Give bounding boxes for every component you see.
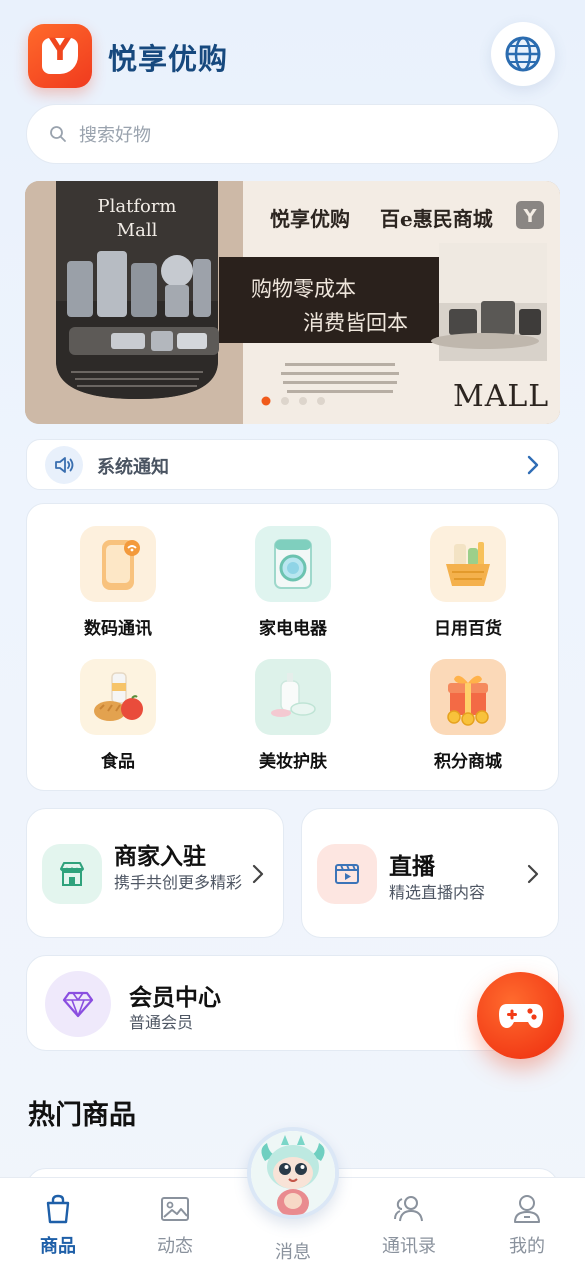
tab-label: 我的 (509, 1236, 545, 1257)
category-appliances[interactable]: 家电电器 (233, 526, 353, 639)
tab-me[interactable]: 我的 (487, 1194, 567, 1258)
language-button[interactable] (491, 22, 555, 86)
banner-page-dot[interactable] (261, 396, 271, 406)
search-bar[interactable]: 搜索好物 (26, 104, 559, 164)
banner-page-dot[interactable] (317, 397, 325, 405)
system-notice-label: 系统通知 (97, 457, 169, 478)
category-grid: 数码通讯 家电电器 日用百货 食品 美妆护肤 积分商城 (26, 503, 559, 791)
category-label: 数码通讯 (84, 619, 152, 639)
category-daily-goods[interactable]: 日用百货 (408, 526, 528, 639)
globe-icon (505, 36, 541, 72)
gift-icon (430, 659, 506, 735)
live-title: 直播 (389, 854, 435, 880)
category-label: 食品 (101, 752, 135, 772)
search-input[interactable]: 搜索好物 (79, 121, 151, 147)
banner-slogan-1: 购物零成本 (251, 277, 356, 301)
tab-messages-avatar[interactable] (247, 1127, 339, 1219)
merchant-join-subtitle: 携手共创更多精彩 (114, 873, 243, 892)
live-card[interactable]: 直播 精选直播内容 (301, 808, 559, 938)
system-notice-bar[interactable]: 系统通知 (26, 439, 559, 490)
user-icon (514, 1195, 540, 1223)
member-center-title: 会员中心 (129, 985, 221, 1011)
gamepad-icon (498, 1003, 543, 1028)
svg-text:Y: Y (522, 206, 537, 227)
diamond-icon (45, 971, 111, 1037)
merchant-join-card[interactable]: 商家入驻 携手共创更多精彩 (26, 808, 284, 938)
banner-slogan-right: 百e惠民商城 (380, 207, 493, 231)
category-label: 日用百货 (434, 619, 502, 639)
category-cosmetics[interactable]: 美妆护肤 (233, 659, 353, 772)
category-food[interactable]: 食品 (58, 659, 178, 772)
chevron-right-icon (527, 455, 539, 475)
basket-icon (430, 526, 506, 602)
category-label: 积分商城 (434, 752, 502, 772)
chevron-right-icon (252, 864, 264, 884)
banner-page-dot[interactable] (299, 397, 307, 405)
video-icon (317, 844, 377, 904)
hot-products-title: 热门商品 (28, 1100, 136, 1131)
banner-left-title-1: Platform (97, 196, 177, 217)
dragon-mascot-icon (251, 1131, 335, 1215)
category-digital[interactable]: 数码通讯 (58, 526, 178, 639)
tab-label: 动态 (157, 1236, 193, 1257)
app-logo-letter: Y (49, 33, 71, 68)
speaker-icon (45, 446, 83, 484)
banner-left-title-2: Mall (116, 220, 158, 241)
banner-slogan-2: 消费皆回本 (303, 311, 408, 335)
app-logo: Y (28, 24, 92, 88)
contacts-icon (394, 1196, 423, 1222)
image-icon (161, 1197, 189, 1221)
cosmetics-icon (255, 659, 331, 735)
food-icon (80, 659, 156, 735)
search-icon (50, 126, 66, 142)
member-level: 普通会员 (129, 1013, 194, 1032)
store-icon (42, 844, 102, 904)
game-fab-button[interactable] (477, 972, 564, 1059)
banner-brand: 悦享优购 (270, 207, 350, 231)
tab-products[interactable]: 商品 (18, 1194, 98, 1258)
tab-label: 通讯录 (382, 1236, 436, 1257)
banner-page-dot[interactable] (281, 397, 289, 405)
tab-messages[interactable]: 消息 (253, 1238, 333, 1264)
app-header: Y 悦享优购 (28, 22, 557, 88)
app-title: 悦享优购 (108, 42, 229, 76)
tab-contacts[interactable]: 通讯录 (369, 1194, 449, 1258)
category-label: 美妆护肤 (259, 752, 327, 772)
category-points-mall[interactable]: 积分商城 (408, 659, 528, 772)
chevron-right-icon (527, 864, 539, 884)
banner-mall: MALL (453, 379, 550, 414)
tab-label: 商品 (40, 1236, 76, 1257)
promo-banner[interactable]: Y Platform Mall 悦享优购 百e惠民商城 购物零成本 消费皆回本 … (25, 181, 560, 424)
washing-machine-icon (255, 526, 331, 602)
merchant-join-title: 商家入驻 (114, 844, 206, 870)
tab-feed[interactable]: 动态 (135, 1194, 215, 1258)
category-label: 家电电器 (259, 619, 327, 639)
shopping-bag-icon (46, 1194, 70, 1224)
phone-icon (80, 526, 156, 602)
live-subtitle: 精选直播内容 (389, 883, 486, 902)
